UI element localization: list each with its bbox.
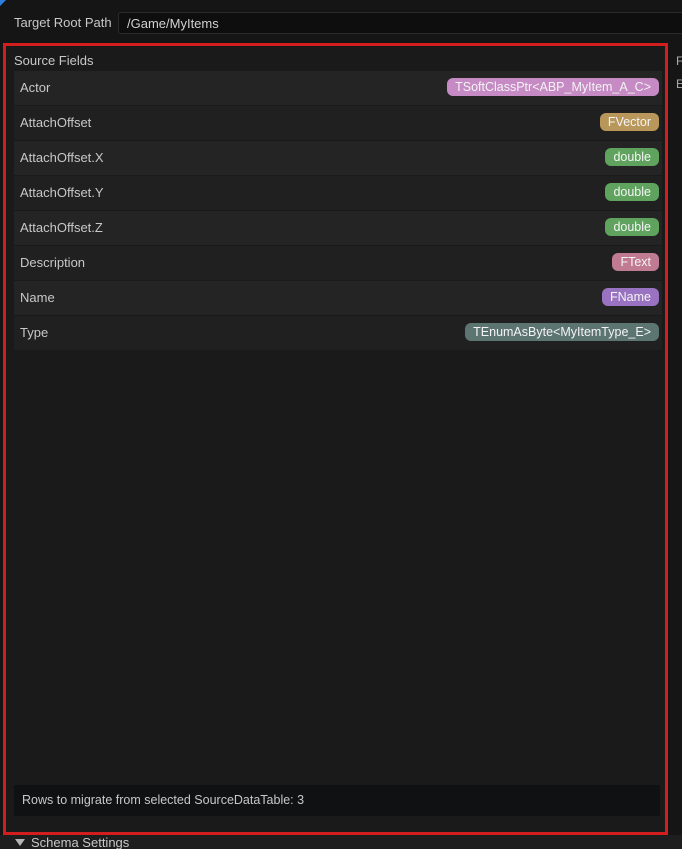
field-row[interactable]: Description FText (14, 246, 662, 280)
field-type-badge: FText (612, 253, 659, 271)
field-type-badge: double (605, 148, 659, 166)
field-row[interactable]: Type TEnumAsByte<MyItemType_E> (14, 316, 662, 350)
right-panel-peek-text-2: E (676, 77, 682, 91)
field-type-badge: FName (602, 288, 659, 306)
chevron-down-icon[interactable] (15, 839, 25, 846)
target-root-path-input[interactable] (118, 12, 682, 34)
field-row[interactable]: Actor TSoftClassPtr<ABP_MyItem_A_C> (14, 71, 662, 105)
schema-settings-label: Schema Settings (31, 835, 130, 849)
field-name: Name (20, 290, 55, 305)
migration-editor-panel: Target Root Path F E Source Fields Actor… (0, 0, 682, 849)
right-panel-peek-text-1: F (676, 54, 682, 68)
field-name: AttachOffset.Z (20, 220, 103, 235)
schema-settings-header[interactable]: Schema Settings (0, 835, 682, 849)
field-type-badge: double (605, 183, 659, 201)
field-row[interactable]: AttachOffset.X double (14, 141, 662, 175)
field-name: Actor (20, 80, 51, 95)
field-type-badge: double (605, 218, 659, 236)
target-root-path-row: Target Root Path (0, 8, 682, 38)
field-name: AttachOffset.X (20, 150, 104, 165)
field-name: AttachOffset (20, 115, 92, 130)
field-name: Description (20, 255, 86, 270)
source-fields-title: Source Fields (14, 53, 94, 68)
field-name: AttachOffset.Y (20, 185, 104, 200)
rows-to-migrate-bar: Rows to migrate from selected SourceData… (14, 785, 660, 816)
corner-accent (0, 0, 6, 6)
field-row[interactable]: AttachOffset.Y double (14, 176, 662, 210)
field-row[interactable]: Name FName (14, 281, 662, 315)
source-fields-panel: Source Fields Actor TSoftClassPtr<ABP_MyI… (3, 43, 668, 835)
rows-to-migrate-text: Rows to migrate from selected SourceData… (22, 793, 305, 807)
target-root-path-label: Target Root Path (14, 15, 112, 30)
field-type-badge: TEnumAsByte<MyItemType_E> (465, 323, 659, 341)
field-row[interactable]: AttachOffset.Z double (14, 211, 662, 245)
field-name: Type (20, 325, 49, 340)
field-type-badge: FVector (599, 113, 659, 131)
field-type-badge: TSoftClassPtr<ABP_MyItem_A_C> (447, 78, 659, 96)
field-row[interactable]: AttachOffset FVector (14, 106, 662, 140)
